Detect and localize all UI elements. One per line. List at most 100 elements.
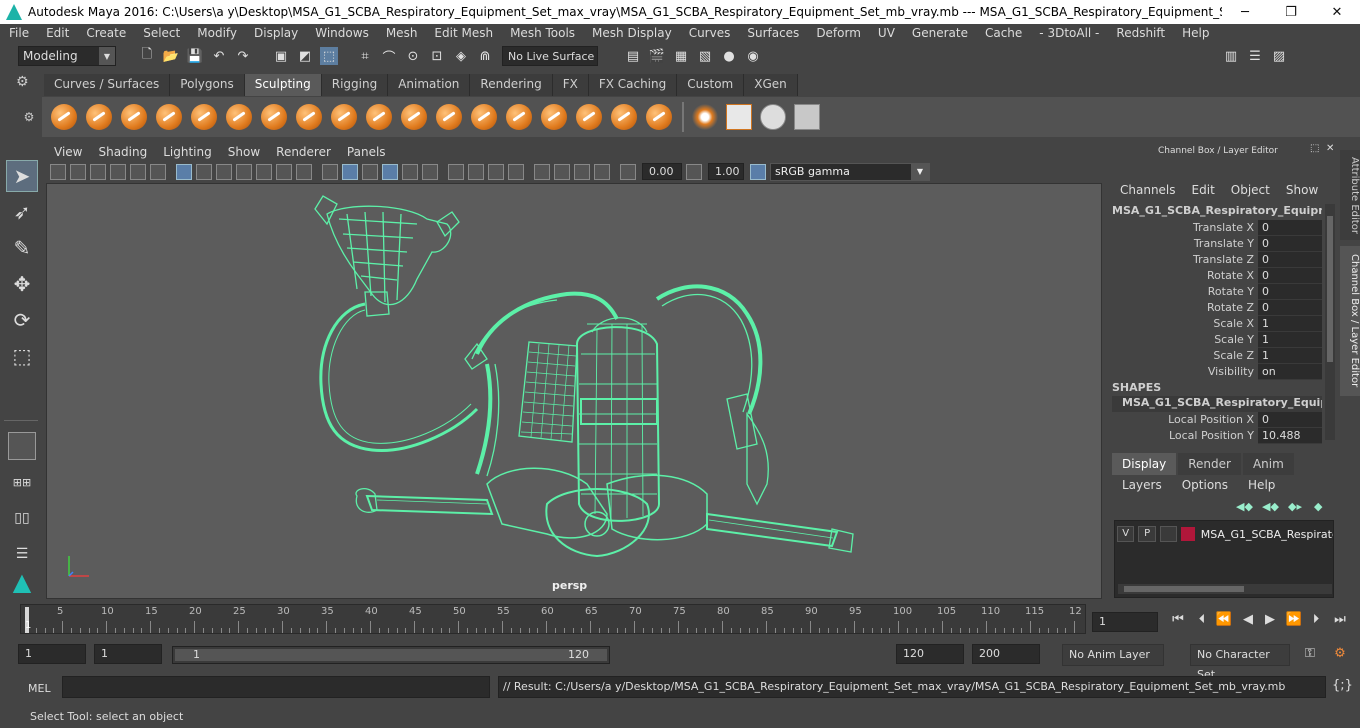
lasso-tool-icon[interactable]: ➶ bbox=[6, 196, 38, 228]
layer-tab-display[interactable]: Display bbox=[1112, 453, 1177, 475]
attr-value-field[interactable]: 0 bbox=[1258, 284, 1322, 300]
channel-box-menu-show[interactable]: Show bbox=[1278, 183, 1326, 200]
safe-action-icon[interactable] bbox=[276, 163, 292, 180]
undo-icon[interactable]: ↶ bbox=[210, 47, 228, 65]
viewport-menu-show[interactable]: Show bbox=[220, 145, 268, 159]
snap-curve-icon[interactable]: ⌒ bbox=[380, 47, 398, 66]
menu-help[interactable]: Help bbox=[1173, 26, 1217, 40]
step-back-key-icon[interactable]: ⏪ bbox=[1214, 612, 1234, 630]
open-scene-icon[interactable]: 📂 bbox=[162, 47, 180, 65]
field-chart-icon[interactable] bbox=[256, 163, 272, 180]
magnet-icon[interactable]: ⋒ bbox=[476, 47, 494, 65]
scene-start-field[interactable]: 1 bbox=[18, 644, 86, 664]
channel-box-menu-edit[interactable]: Edit bbox=[1184, 183, 1223, 200]
new-layer-icon[interactable]: ◆▸ bbox=[1288, 500, 1308, 516]
exposure-icon[interactable] bbox=[620, 163, 636, 180]
viewport-menu-lighting[interactable]: Lighting bbox=[155, 145, 220, 159]
blend-shape-icon[interactable] bbox=[760, 104, 786, 130]
move-tool-icon[interactable]: ✥ bbox=[6, 268, 38, 300]
foamy-tool-icon[interactable] bbox=[261, 104, 287, 130]
menu-curves[interactable]: Curves bbox=[680, 26, 739, 40]
go-to-start-icon[interactable]: ⏮ bbox=[1168, 612, 1188, 630]
image-plane-icon[interactable] bbox=[110, 163, 126, 180]
fill-tool-icon[interactable] bbox=[471, 104, 497, 130]
knife-tool-icon[interactable] bbox=[506, 104, 532, 130]
current-frame-field[interactable]: 1 bbox=[1092, 612, 1158, 632]
minimize-button[interactable]: ─ bbox=[1222, 0, 1268, 24]
texture-deformer-icon[interactable] bbox=[794, 104, 820, 130]
shelf-tab-rigging[interactable]: Rigging bbox=[321, 74, 389, 96]
layer-menu-options[interactable]: Options bbox=[1172, 478, 1238, 496]
resolution-gate-icon[interactable] bbox=[216, 163, 232, 180]
layer-color-swatch[interactable] bbox=[1181, 527, 1195, 541]
play-forwards-icon[interactable]: ▶ bbox=[1260, 612, 1280, 630]
playback-start-field[interactable]: 1 bbox=[94, 644, 162, 664]
flatten-tool-icon[interactable] bbox=[226, 104, 252, 130]
camera-attributes-icon[interactable] bbox=[70, 163, 86, 180]
grab-tool-icon[interactable] bbox=[156, 104, 182, 130]
perspective-viewport[interactable]: persp bbox=[46, 183, 1102, 599]
hypershade-icon[interactable]: ● bbox=[720, 47, 738, 65]
shelf-tab-custom[interactable]: Custom bbox=[677, 74, 745, 96]
scene-end-field[interactable]: 200 bbox=[972, 644, 1040, 664]
shelf-settings-icon[interactable]: ⚙ bbox=[16, 74, 36, 96]
safe-title-icon[interactable] bbox=[296, 163, 312, 180]
range-slider-bar[interactable] bbox=[175, 649, 607, 661]
step-forward-icon[interactable]: ⏵ bbox=[1306, 612, 1326, 630]
repeat-tool-icon[interactable] bbox=[331, 104, 357, 130]
four-view-layout-icon[interactable]: ⊞⊞ bbox=[6, 466, 38, 498]
layer-menu-layers[interactable]: Layers bbox=[1112, 478, 1172, 496]
bulge-tool-icon[interactable] bbox=[576, 104, 602, 130]
layer-name[interactable]: MSA_G1_SCBA_Respiratc bbox=[1201, 528, 1333, 541]
xray-icon[interactable] bbox=[554, 163, 570, 180]
ipr-render-icon[interactable]: ▦ bbox=[672, 47, 690, 65]
menu-create[interactable]: Create bbox=[77, 26, 134, 40]
select-tool-icon[interactable]: ➤ bbox=[6, 160, 38, 192]
step-back-icon[interactable]: ⏴ bbox=[1192, 612, 1212, 630]
menu-windows[interactable]: Windows bbox=[306, 26, 377, 40]
command-language-label[interactable]: MEL bbox=[28, 682, 51, 695]
channel-box-toggle-icon[interactable]: ▨ bbox=[1270, 47, 1288, 65]
select-component-icon[interactable]: ⬚ bbox=[320, 47, 338, 65]
relax-tool-icon[interactable] bbox=[121, 104, 147, 130]
mode-dropdown[interactable]: Modeling ▼ bbox=[18, 46, 116, 66]
smooth-shade-icon[interactable] bbox=[342, 163, 358, 180]
shelf-tab-xgen[interactable]: XGen bbox=[744, 74, 798, 96]
select-camera-icon[interactable] bbox=[50, 163, 66, 180]
viewport-menu-view[interactable]: View bbox=[46, 145, 90, 159]
imprint-tool-icon[interactable] bbox=[366, 104, 392, 130]
step-forward-key-icon[interactable]: ⏩ bbox=[1284, 612, 1304, 630]
smear-tool-icon[interactable] bbox=[541, 104, 567, 130]
channel-box-scrollbar[interactable] bbox=[1325, 204, 1335, 440]
script-editor-icon[interactable]: {;} bbox=[1332, 678, 1353, 696]
move-layer-up-icon[interactable]: ◀◆ bbox=[1236, 500, 1256, 516]
snap-surface-icon[interactable]: ◈ bbox=[452, 47, 470, 65]
exposure-field[interactable]: 0.00 bbox=[642, 163, 682, 180]
shelf-tab-rendering[interactable]: Rendering bbox=[470, 74, 553, 96]
amplify-tool-icon[interactable] bbox=[611, 104, 637, 130]
menu-surfaces[interactable]: Surfaces bbox=[738, 26, 807, 40]
layer-tab-anim[interactable]: Anim bbox=[1242, 453, 1294, 475]
attr-value-field[interactable]: 1 bbox=[1258, 316, 1322, 332]
menu-deform[interactable]: Deform bbox=[807, 26, 869, 40]
anim-layer-dropdown[interactable]: No Anim Layer bbox=[1062, 644, 1164, 666]
menu-redshift[interactable]: Redshift bbox=[1107, 26, 1173, 40]
side-by-side-layout-icon[interactable]: ▯▯ bbox=[6, 502, 38, 534]
attr-value-field[interactable]: on bbox=[1258, 364, 1322, 380]
snap-view-icon[interactable]: ⊡ bbox=[428, 47, 446, 65]
menu-cache[interactable]: Cache bbox=[976, 26, 1030, 40]
menu-edit[interactable]: Edit bbox=[37, 26, 77, 40]
new-layer-from-selection-icon[interactable]: ◆ bbox=[1314, 500, 1334, 516]
toggle-ui-icon[interactable]: ☰ bbox=[1246, 47, 1264, 65]
key-icon[interactable]: ⚿ bbox=[1300, 646, 1320, 664]
character-set-dropdown[interactable]: No Character Set bbox=[1190, 644, 1290, 681]
paint-select-tool-icon[interactable]: ✎ bbox=[6, 232, 38, 264]
sculpt-tool-icon[interactable] bbox=[51, 104, 77, 130]
select-hierarchy-icon[interactable]: ▣ bbox=[272, 47, 290, 65]
scrape-tool-icon[interactable] bbox=[436, 104, 462, 130]
gamma-icon[interactable] bbox=[686, 163, 702, 180]
motion-blur-icon[interactable] bbox=[468, 163, 484, 180]
scrollbar-thumb[interactable] bbox=[1327, 216, 1333, 362]
shelf-menu-icon[interactable]: ⚙ bbox=[16, 97, 42, 137]
attr-value-field[interactable]: 0 bbox=[1258, 268, 1322, 284]
